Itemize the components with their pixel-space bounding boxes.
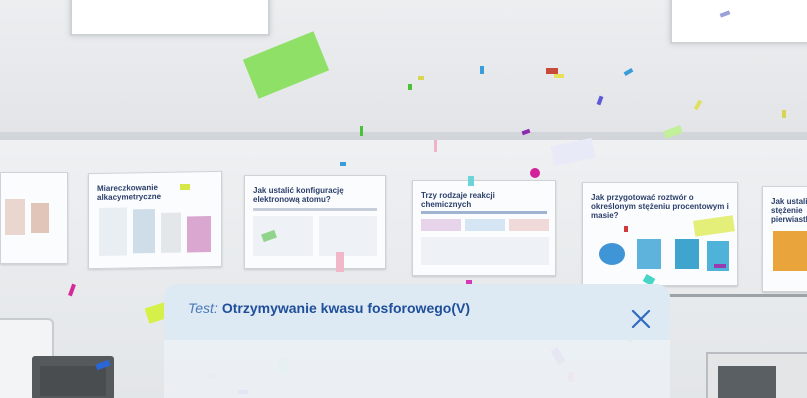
poster-title: Jak ustalić stężenie pierwiastków — [771, 197, 807, 224]
dialog-test-name: Otrzymywanie kwasu fosforowego(V) — [221, 300, 471, 316]
dialog-title: Test: Otrzymywanie kwasu fosforowego(V) — [188, 300, 470, 316]
poster-right-partial: Jak ustalić stężenie pierwiastków — [762, 186, 807, 292]
poster-solution: Jak przygotować roztwór o określonym stę… — [582, 182, 738, 286]
test-dialog: Test: Otrzymywanie kwasu fosforowego(V) — [164, 284, 670, 398]
poster-electron-config: Jak ustalić konfigurację elektronową ato… — [244, 175, 386, 269]
poster-title: Jak ustalić konfigurację elektronową ato… — [253, 186, 344, 204]
poster-left-partial — [0, 172, 68, 264]
lab-rail — [660, 294, 807, 297]
ceiling-edge — [0, 132, 807, 140]
lab-scene: Miareczkowanie alkacymetryczne Jak ustal… — [0, 0, 807, 398]
close-icon-glyph — [631, 309, 651, 329]
dialog-header: Test: Otrzymywanie kwasu fosforowego(V) — [164, 284, 670, 340]
poster-titration: Miareczkowanie alkacymetryczne — [88, 170, 222, 270]
fume-hood — [706, 352, 807, 398]
poster-title: Miareczkowanie alkacymetryczne — [97, 182, 162, 203]
ceiling-light — [70, 0, 270, 36]
poster-reactions: Trzy rodzaje reakcji chemicznych — [412, 180, 556, 276]
ceiling-light — [670, 0, 807, 44]
dialog-test-label: Test: — [188, 300, 218, 316]
close-icon[interactable] — [630, 308, 652, 330]
poster-title: Jak przygotować roztwór o określonym stę… — [591, 193, 729, 220]
poster-title: Trzy rodzaje reakcji chemicznych — [421, 191, 495, 209]
